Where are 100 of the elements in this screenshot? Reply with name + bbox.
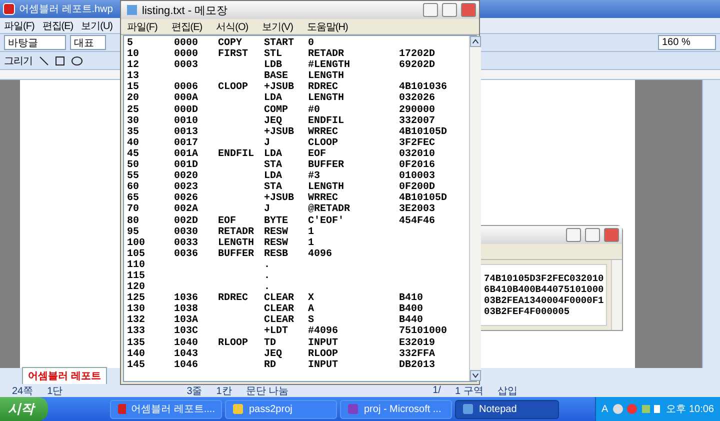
font-dropdown[interactable]: 대표: [70, 35, 106, 50]
listing-text: RESW: [264, 226, 290, 238]
listing-text: A: [308, 304, 316, 316]
listing-text: 115: [127, 270, 146, 282]
notepad-icon: [126, 4, 138, 16]
listing-text: COPY: [218, 38, 244, 49]
listing-text: .: [264, 270, 272, 282]
menu-item[interactable]: 보기(U): [81, 18, 113, 32]
listing-text: .: [264, 282, 270, 294]
status-text: 1칸: [216, 384, 232, 398]
listing-text: RDREC: [218, 293, 250, 304]
listing-text: 133: [127, 326, 146, 338]
listing-text: 0000: [174, 38, 200, 49]
rectangle-tool-icon[interactable]: [54, 56, 64, 66]
listing-text: JEQ: [264, 348, 284, 360]
minimize-button[interactable]: [566, 228, 581, 242]
listing-text: BUFFER: [218, 248, 256, 260]
listing-text: #3: [308, 171, 320, 182]
listing-text: 135: [127, 338, 146, 349]
listing-text: CLOOP: [218, 82, 250, 94]
menu-item[interactable]: 파일(F): [127, 20, 158, 34]
listing-text: 20: [127, 93, 140, 105]
listing-text: 69202D: [399, 60, 436, 72]
app-icon: [347, 403, 359, 415]
listing-text: STL: [264, 49, 284, 60]
menu-item[interactable]: 도움말(H): [306, 20, 348, 34]
listing-text: 4B101036: [399, 82, 448, 94]
listing-text: 70: [127, 204, 140, 216]
listing-text: 0026: [174, 193, 200, 204]
listing-text: LENGTH: [308, 182, 346, 194]
listing-text: CLEAR: [264, 304, 296, 316]
listing-text: 032026: [399, 93, 436, 105]
listing-text: 032010: [399, 148, 436, 160]
listing-text: CLEAR: [264, 293, 296, 304]
maximize-button[interactable]: [585, 228, 600, 242]
listing-text: B400: [399, 304, 424, 316]
taskbar-button[interactable]: proj - Microsoft ...: [340, 400, 452, 418]
listing-text: START: [264, 38, 296, 49]
menu-item[interactable]: 보기(V): [262, 20, 293, 34]
listing-text: 12: [127, 60, 140, 72]
listing-text: 0F2016: [399, 160, 436, 172]
listing-text: 103C: [174, 326, 200, 338]
minimize-button[interactable]: [423, 3, 438, 17]
listing-text: LDB: [264, 60, 282, 72]
listing-text: 1040: [174, 338, 200, 349]
listing-text: 45: [127, 148, 140, 160]
listing-text: 103A: [174, 315, 200, 326]
listing-text: 10: [127, 49, 140, 60]
listing-text: 40: [127, 138, 140, 149]
listing-text: 0010: [174, 116, 200, 127]
scroll-down-icon[interactable]: [470, 370, 481, 381]
listing-text: 30: [127, 116, 140, 127]
listing-text: 000D: [174, 104, 200, 116]
status-text: 삽입: [497, 384, 518, 398]
listing-text: 5: [127, 38, 134, 49]
listing-text: LDA: [264, 171, 284, 182]
taskbar-button[interactable]: pass2proj: [225, 400, 337, 418]
listing-text: EOF: [218, 216, 238, 227]
listing-text: RESB: [264, 248, 290, 260]
line-tool-icon[interactable]: [38, 56, 48, 66]
ellipse-tool-icon[interactable]: [70, 56, 82, 66]
status-text: 3줄: [186, 384, 202, 398]
listing-text: @RETADR: [308, 204, 352, 216]
menu-item[interactable]: 편집(E): [171, 20, 202, 34]
listing-text: INPUT: [308, 338, 340, 349]
listing-text: CLOOP: [308, 138, 340, 149]
style-dropdown[interactable]: 바탕글: [4, 35, 66, 50]
listing-text: COMP: [264, 104, 290, 116]
zoom-dropdown[interactable]: 160 %: [658, 35, 716, 50]
scroll-up-icon[interactable]: [470, 36, 481, 47]
maximize-button[interactable]: [442, 3, 457, 17]
listing-text: BUFFER: [308, 160, 346, 172]
listing-text: 140: [127, 348, 146, 360]
listing-text: INPUT: [308, 360, 340, 371]
listing-text: 454F46: [399, 216, 436, 227]
taskbar-button[interactable]: Notepad: [455, 400, 559, 418]
listing-text: +JSUB: [264, 126, 296, 138]
listing-text: 0020: [174, 171, 200, 182]
status-text: 문단 나눔: [246, 384, 289, 398]
listing-text: LDA: [264, 93, 284, 105]
listing-text: #4096: [308, 326, 340, 338]
listing-text: 105: [127, 248, 146, 260]
document-tab[interactable]: 어셈블러 레포트: [22, 367, 107, 384]
listing-text: 1036: [174, 293, 200, 304]
listing-text: 002A: [174, 204, 200, 216]
listing-text: 110: [127, 260, 146, 271]
listing-text: 0033: [174, 238, 200, 249]
listing-text: BYTE: [264, 216, 290, 227]
listing-text: 75101000: [399, 326, 448, 338]
draw-menu[interactable]: 그리기: [4, 54, 32, 68]
menu-item[interactable]: 서식(O): [216, 20, 248, 34]
listing-text: STA: [264, 182, 282, 194]
notepad-icon: [462, 403, 474, 415]
taskbar-button[interactable]: 어셈블러 레포트....: [110, 400, 222, 418]
listing-text: RLOOP: [218, 338, 250, 349]
listing-text: 3F2FEC: [399, 138, 436, 149]
listing-text: 002D: [174, 216, 200, 227]
menu-item[interactable]: 편집(E): [42, 18, 74, 32]
menu-item[interactable]: 파일(F): [4, 18, 34, 32]
status-text: 1단: [47, 384, 63, 398]
